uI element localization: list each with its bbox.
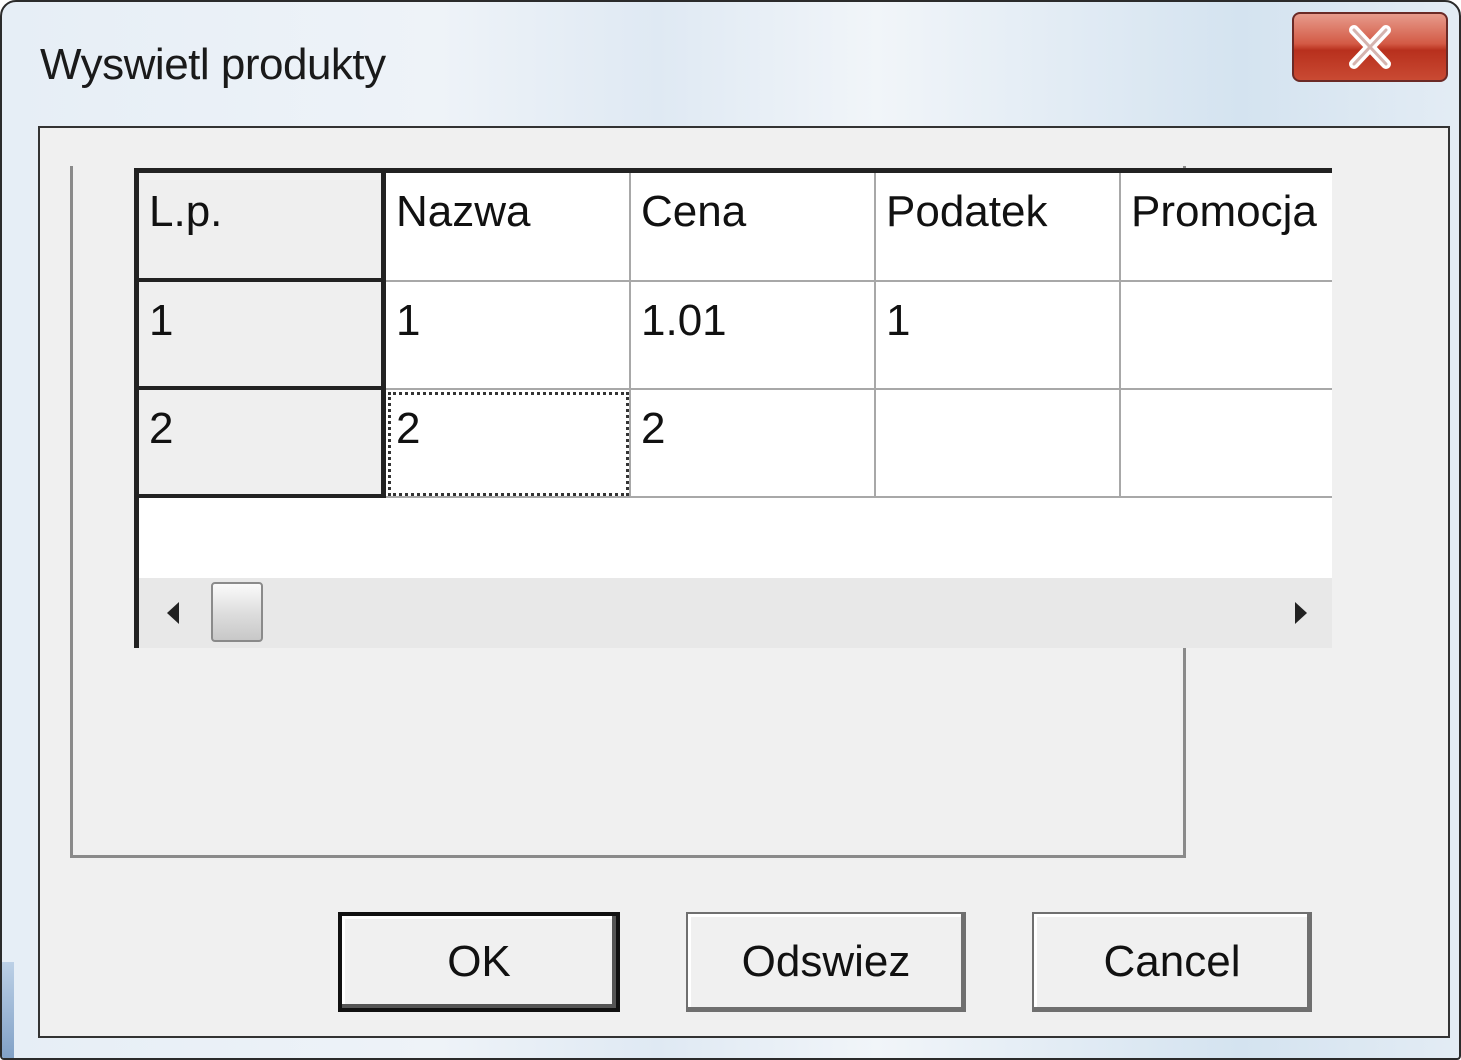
column-header-podatek[interactable]: Podatek [876, 173, 1121, 282]
close-icon [1349, 25, 1391, 69]
scrollbar-thumb[interactable] [211, 582, 263, 642]
window-title: Wyswietl produkty [40, 40, 386, 89]
close-button[interactable] [1292, 12, 1448, 82]
scroll-left-arrow-icon[interactable] [161, 596, 185, 630]
scroll-right-arrow-icon[interactable] [1289, 596, 1313, 630]
column-header-promocja[interactable]: Promocja [1121, 173, 1332, 282]
grid-cell-r2-podatek[interactable] [876, 390, 1121, 498]
grid-cell-r1-promocja[interactable] [1121, 282, 1332, 390]
dialog-client-area: L.p. Nazwa Cena Podatek Promocja 1 1 1.0… [38, 126, 1450, 1038]
grid-cell-r2-nazwa[interactable]: 2 [386, 390, 631, 498]
grid-cell-r2-promocja[interactable] [1121, 390, 1332, 498]
column-header-lp: L.p. [139, 173, 386, 282]
row-header-2[interactable]: 2 [139, 390, 386, 498]
horizontal-scrollbar[interactable] [139, 578, 1332, 648]
column-header-nazwa[interactable]: Nazwa [386, 173, 631, 282]
grid-cell-r1-cena[interactable]: 1.01 [631, 282, 876, 390]
dialog-window: Wyswietl produkty L.p. Nazwa Cena Podate… [0, 0, 1461, 1060]
column-header-cena[interactable]: Cena [631, 173, 876, 282]
products-grid[interactable]: L.p. Nazwa Cena Podatek Promocja 1 1 1.0… [134, 168, 1332, 648]
grid-cell-r2-cena[interactable]: 2 [631, 390, 876, 498]
cancel-button[interactable]: Cancel [1032, 912, 1312, 1012]
refresh-button[interactable]: Odswiez [686, 912, 966, 1012]
grid-cell-r1-podatek[interactable]: 1 [876, 282, 1121, 390]
row-header-1[interactable]: 1 [139, 282, 386, 390]
ok-button[interactable]: OK [338, 912, 620, 1012]
grid-cell-r1-nazwa[interactable]: 1 [386, 282, 631, 390]
